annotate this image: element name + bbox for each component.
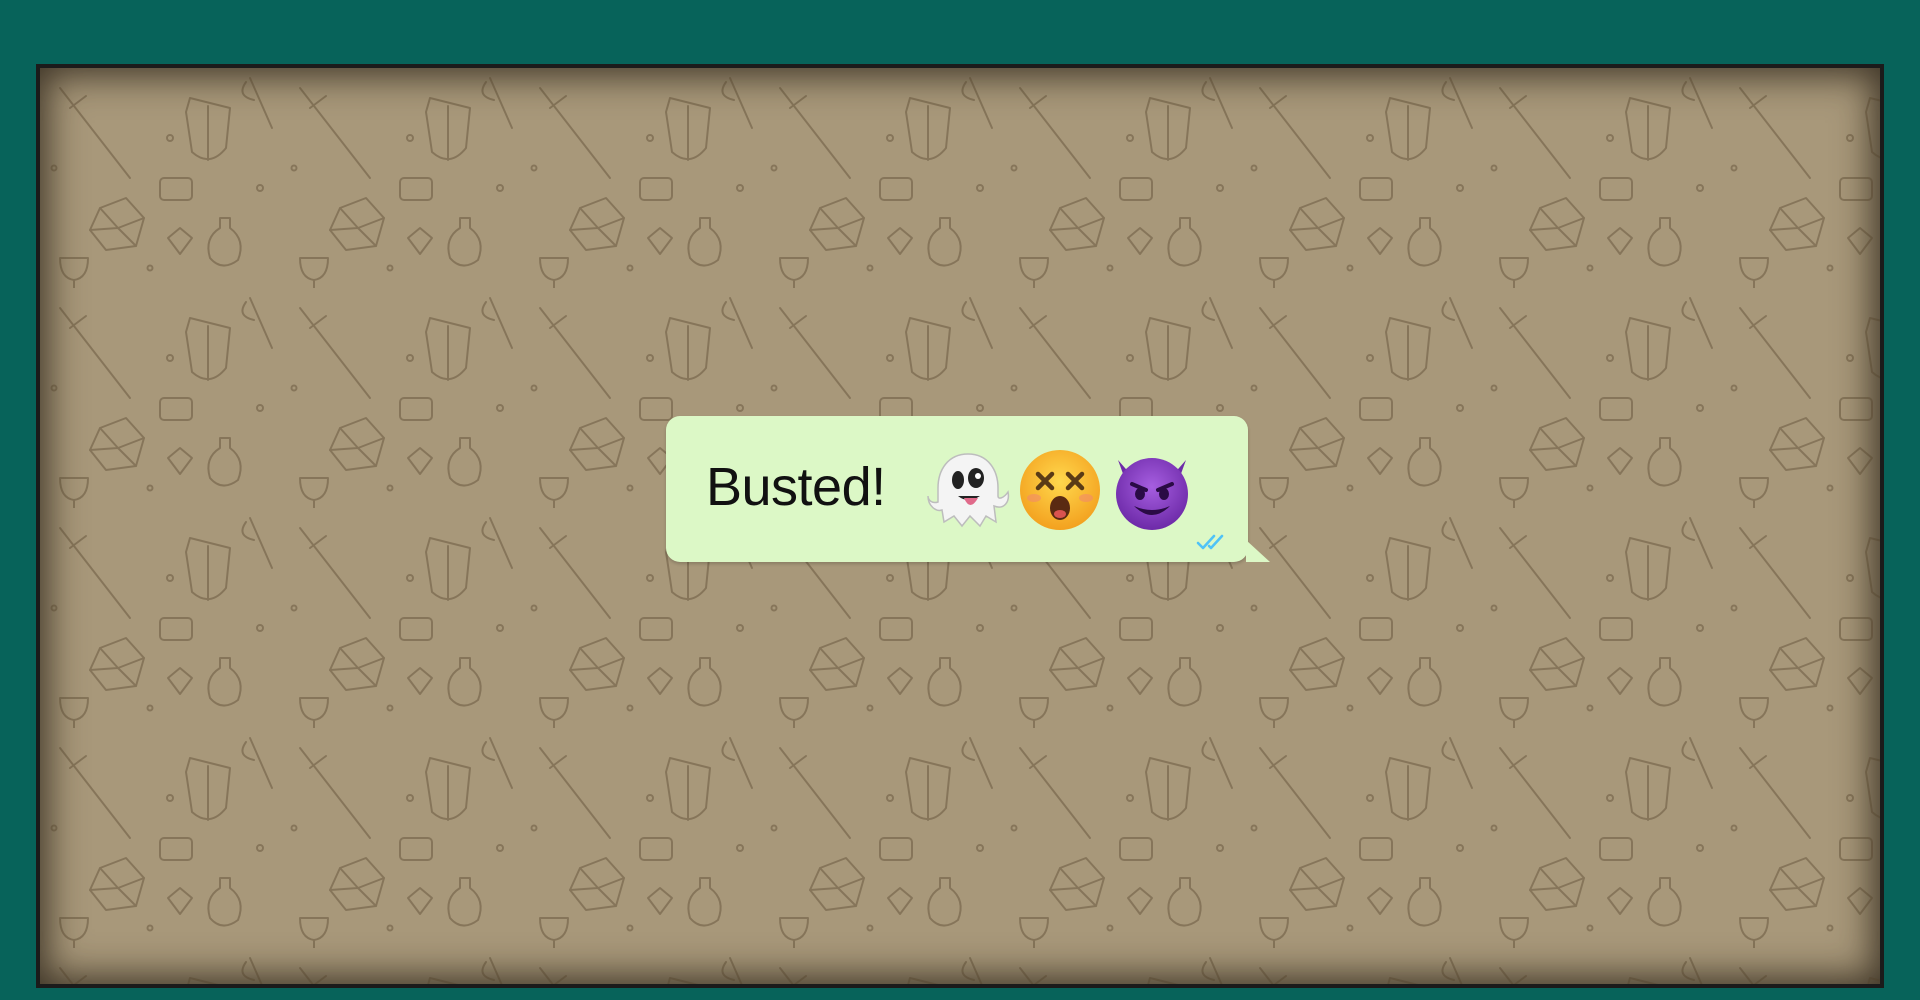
bubble-tail (1246, 540, 1270, 562)
dizzy-face-icon (1020, 450, 1100, 530)
message-text: Busted! (706, 457, 886, 517)
ghost-icon (927, 453, 1010, 528)
chat-window: Busted! (36, 64, 1884, 988)
outgoing-message-bubble[interactable]: Busted! (666, 416, 1270, 562)
smiling-devil-icon (1116, 458, 1188, 530)
read-receipt-icon (1196, 534, 1224, 550)
